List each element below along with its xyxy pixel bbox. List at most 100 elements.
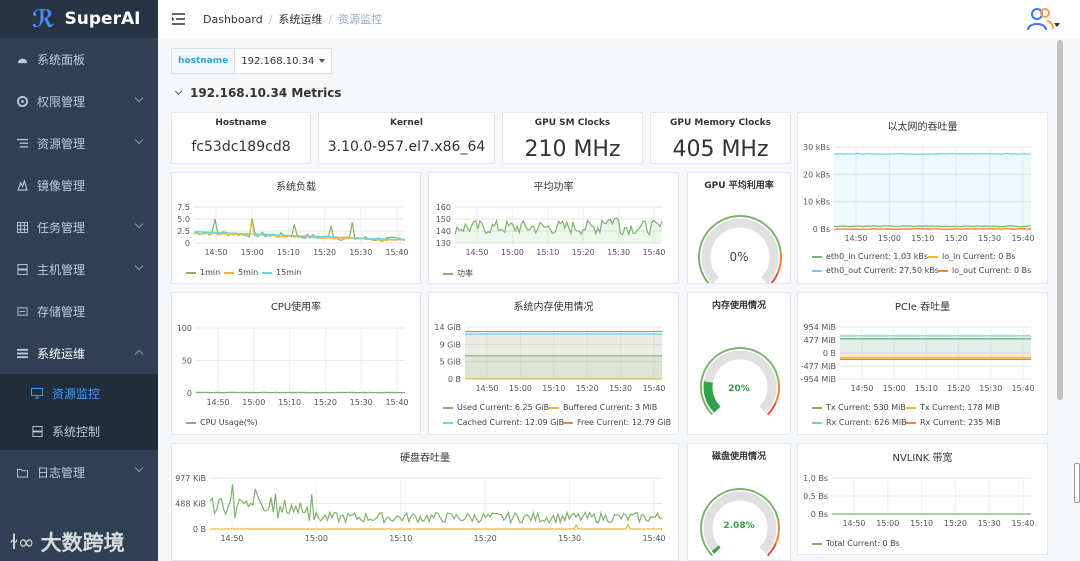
sidebar-item-label: 系统控制 bbox=[52, 424, 101, 439]
legend-item[interactable]: 1min bbox=[186, 268, 220, 277]
y-tick-label: 0 bbox=[187, 389, 192, 398]
server-icon bbox=[31, 425, 43, 437]
app-name: SuperAI bbox=[64, 9, 141, 29]
x-tick-label: 14:50 bbox=[842, 519, 865, 528]
y-tick-label: 10 kBs bbox=[803, 198, 830, 207]
y-tick-label: 150 bbox=[436, 215, 451, 224]
disk-chart: 977 KiB 488 KiB 0 B 14:50 15:00 15:10 15:20 15:… bbox=[175, 474, 665, 543]
legend-item[interactable]: 15min bbox=[262, 268, 301, 277]
logo[interactable]: ℛ SuperAI bbox=[0, 0, 158, 38]
breadcrumb-item[interactable]: 系统运维 bbox=[278, 11, 322, 27]
legend-item[interactable]: 5min bbox=[224, 268, 258, 277]
caret-down-icon[interactable] bbox=[1054, 23, 1060, 27]
y-tick-label: 14 GiB bbox=[434, 323, 461, 332]
legend-swatch bbox=[906, 406, 916, 409]
legend-item[interactable]: Total Current: 0 Bs bbox=[812, 539, 900, 548]
sidebar-item-images[interactable]: 镜像管理 bbox=[0, 164, 158, 206]
x-tick-label: 15:20 bbox=[945, 234, 968, 243]
scroll-handle[interactable] bbox=[1074, 463, 1080, 503]
sidebar-item-resources[interactable]: 资源管理 bbox=[0, 122, 158, 164]
gauge-value: 20% bbox=[728, 384, 750, 394]
y-tick-label: -954 MiB bbox=[801, 375, 836, 384]
legend-label: lo_in bbox=[942, 252, 961, 261]
sidebar-item-hosts[interactable]: 主机管理 bbox=[0, 248, 158, 290]
legend-label: Free bbox=[577, 418, 594, 427]
sidebar-item-monitor[interactable]: 资源监控 bbox=[0, 374, 158, 412]
y-tick-label: 1.0 Bs bbox=[803, 474, 828, 483]
y-tick-label: 30 kBs bbox=[803, 143, 830, 152]
variable-selector[interactable]: hostname 192.168.10.34 bbox=[171, 48, 333, 74]
sidebar-item-ops[interactable]: 系统运维 bbox=[0, 332, 158, 374]
y-tick-label: 5 GiB bbox=[439, 358, 461, 367]
variable-dropdown[interactable]: 192.168.10.34 bbox=[235, 49, 331, 73]
legend-swatch bbox=[812, 406, 822, 409]
list-icon bbox=[16, 137, 28, 149]
legend-label: CPU Usage(%) bbox=[200, 418, 258, 427]
panel-title: Hostname bbox=[215, 118, 267, 128]
legend-item[interactable]: lo_in Current: 0 Bs bbox=[928, 252, 1016, 261]
y-tick-label: 100 bbox=[177, 324, 192, 333]
x-tick-label: 15:00 bbox=[305, 534, 328, 543]
folder-icon bbox=[16, 466, 28, 478]
sidebar-item-label: 系统面板 bbox=[37, 52, 86, 67]
avatar[interactable] bbox=[1026, 6, 1054, 36]
legend-item[interactable]: CPU Usage(%) bbox=[186, 418, 258, 427]
legend-item[interactable]: lo_out Current: 0 Bs bbox=[938, 266, 1031, 275]
x-tick-label: 15:10 bbox=[911, 234, 934, 243]
x-tick-label: 15:30 bbox=[349, 248, 372, 257]
series-tx-2-area bbox=[840, 353, 1031, 358]
breadcrumb-item-current: 资源监控 bbox=[338, 13, 383, 26]
legend-item[interactable]: Free Current: 12.79 GiB bbox=[563, 418, 671, 427]
legend-item[interactable]: eth0_in Current: 1.03 kBs bbox=[812, 252, 928, 261]
x-tick-label: 15:30 bbox=[979, 384, 1002, 393]
stat-value: 405 MHz bbox=[672, 137, 769, 162]
panel-title: Kernel bbox=[390, 118, 423, 128]
legend-label: Cached bbox=[457, 418, 487, 427]
legend-item[interactable]: eth0_out Current: 27.50 kBs bbox=[812, 266, 939, 275]
sidebar-item-label: 资源监控 bbox=[52, 386, 101, 401]
x-tick-label: 15:20 bbox=[947, 384, 970, 393]
sidebar-item-dashboard[interactable]: 系统面板 bbox=[0, 38, 158, 80]
ops-icon bbox=[16, 347, 28, 359]
legend-swatch bbox=[443, 406, 453, 409]
legend-label: 15min bbox=[276, 268, 302, 277]
sidebar-item-control[interactable]: 系统控制 bbox=[0, 412, 158, 450]
sidebar-item-permissions[interactable]: 权限管理 bbox=[0, 80, 158, 122]
sidebar-item-label: 日志管理 bbox=[37, 465, 86, 480]
sidebar-item-logs[interactable]: 日志管理 bbox=[0, 450, 158, 494]
y-tick-label: 160 bbox=[436, 203, 451, 212]
panel-gpu-util: GPU 平均利用率 0% bbox=[687, 172, 791, 284]
x-tick-label: 15:20 bbox=[313, 248, 336, 257]
sidebar: ℛ SuperAI 系统面板 权限管理 资源管理 镜像管理 任务管理 主机管理 … bbox=[0, 0, 158, 561]
row-title-text: 192.168.10.34 Metrics bbox=[190, 86, 342, 100]
stat-value: 210 MHz bbox=[524, 137, 621, 162]
pcie-chart: 954 MiB 477 MiB 0 B -477 MiB -954 MiB 14:50 15… bbox=[801, 323, 1035, 393]
legend-item[interactable]: Tx Current: 178 MiB bbox=[906, 403, 1000, 412]
legend-label: 5min bbox=[238, 268, 259, 277]
legend-label: Total bbox=[826, 539, 845, 548]
legend-value: 6.25 GiB bbox=[514, 403, 550, 412]
x-tick-label: 14:50 bbox=[850, 384, 873, 393]
legend-value: 235 MiB bbox=[968, 418, 1001, 427]
legend-item[interactable]: Rx Current: 626 MiB bbox=[812, 418, 907, 427]
legend-item[interactable]: Cached Current: 12.09 GiB bbox=[443, 418, 564, 427]
legend-item[interactable]: 功率 bbox=[443, 268, 473, 279]
scrollbar[interactable] bbox=[1057, 40, 1063, 400]
sidebar-item-storage[interactable]: 存储管理 bbox=[0, 290, 158, 332]
breadcrumb-item[interactable]: Dashboard bbox=[203, 13, 263, 26]
legend-label: Buffered bbox=[563, 403, 598, 412]
legend-item[interactable]: Tx Current: 530 MiB bbox=[812, 403, 906, 412]
x-tick-label: 15:20 bbox=[572, 248, 595, 257]
legend-label: lo_out bbox=[952, 266, 977, 275]
hamburger-icon[interactable] bbox=[172, 10, 185, 29]
series-eth0-out bbox=[833, 152, 1032, 155]
row-title[interactable]: 192.168.10.34 Metrics bbox=[174, 86, 342, 100]
legend-item[interactable]: Buffered Current: 3 MiB bbox=[549, 403, 657, 412]
x-tick-label: 15:00 bbox=[501, 248, 524, 257]
legend-value: 27.50 kBs bbox=[899, 266, 939, 275]
stat-value: 3.10.0-957.el7.x86_64 bbox=[327, 139, 486, 155]
sidebar-item-tasks[interactable]: 任务管理 bbox=[0, 206, 158, 248]
legend-item[interactable]: Rx Current: 235 MiB bbox=[906, 418, 1001, 427]
x-tick-label: 15:10 bbox=[389, 534, 412, 543]
legend-item[interactable]: Used Current: 6.25 GiB bbox=[443, 403, 549, 412]
